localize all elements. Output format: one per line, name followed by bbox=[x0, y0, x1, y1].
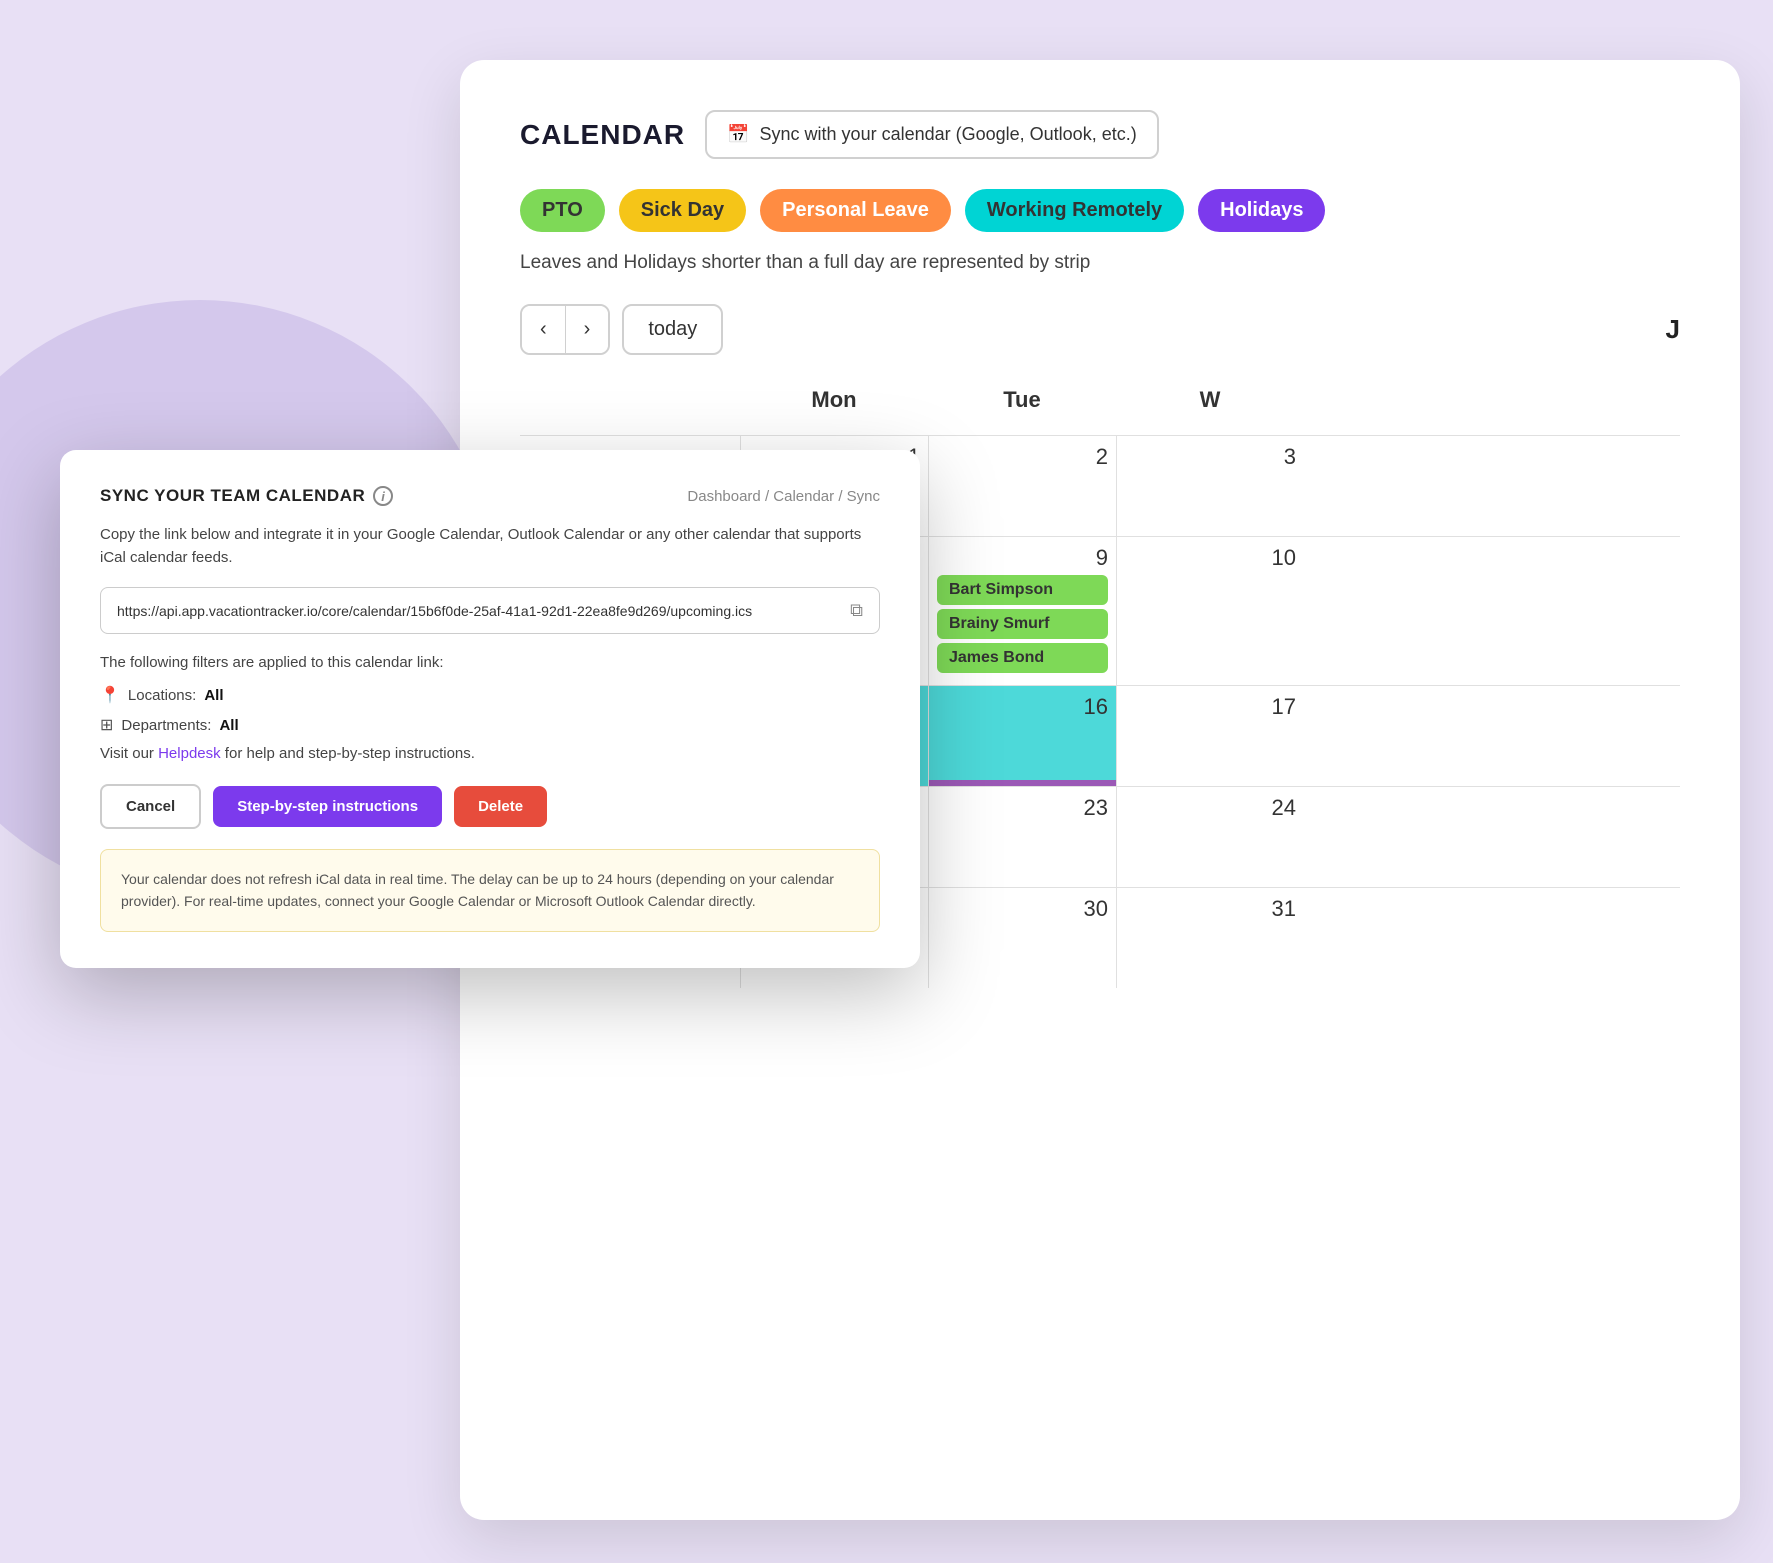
step-by-step-button[interactable]: Step-by-step instructions bbox=[213, 786, 442, 827]
warning-box: Your calendar does not refresh iCal data… bbox=[100, 849, 880, 932]
departments-icon: ⊞ bbox=[100, 715, 113, 735]
helpdesk-link[interactable]: Helpdesk bbox=[158, 745, 221, 762]
filters-label: The following filters are applied to thi… bbox=[100, 654, 880, 671]
modal-header: SYNC YOUR TEAM CALENDAR i Dashboard / Ca… bbox=[100, 486, 880, 506]
warning-text: Your calendar does not refresh iCal data… bbox=[121, 868, 859, 913]
modal-actions: Cancel Step-by-step instructions Delete bbox=[100, 784, 880, 829]
filter-locations-value: All bbox=[204, 687, 223, 704]
filter-departments: ⊞ Departments: All bbox=[100, 715, 880, 735]
modal-overlay: SYNC YOUR TEAM CALENDAR i Dashboard / Ca… bbox=[0, 0, 1773, 1563]
modal-title: SYNC YOUR TEAM CALENDAR i bbox=[100, 486, 393, 506]
helpdesk-text: Visit our Helpdesk for help and step-by-… bbox=[100, 745, 880, 762]
cancel-button[interactable]: Cancel bbox=[100, 784, 201, 829]
url-box: https://api.app.vacationtracker.io/core/… bbox=[100, 587, 880, 634]
sync-modal: SYNC YOUR TEAM CALENDAR i Dashboard / Ca… bbox=[60, 450, 920, 968]
filter-locations: 📍 Locations: All bbox=[100, 685, 880, 705]
modal-body-text: Copy the link below and integrate it in … bbox=[100, 524, 880, 569]
delete-button[interactable]: Delete bbox=[454, 786, 547, 827]
filter-departments-value: All bbox=[219, 717, 238, 734]
calendar-url: https://api.app.vacationtracker.io/core/… bbox=[117, 603, 840, 619]
location-icon: 📍 bbox=[100, 685, 120, 705]
copy-icon[interactable]: ⧉ bbox=[850, 600, 863, 621]
info-icon[interactable]: i bbox=[373, 486, 393, 506]
breadcrumb: Dashboard / Calendar / Sync bbox=[687, 488, 880, 505]
